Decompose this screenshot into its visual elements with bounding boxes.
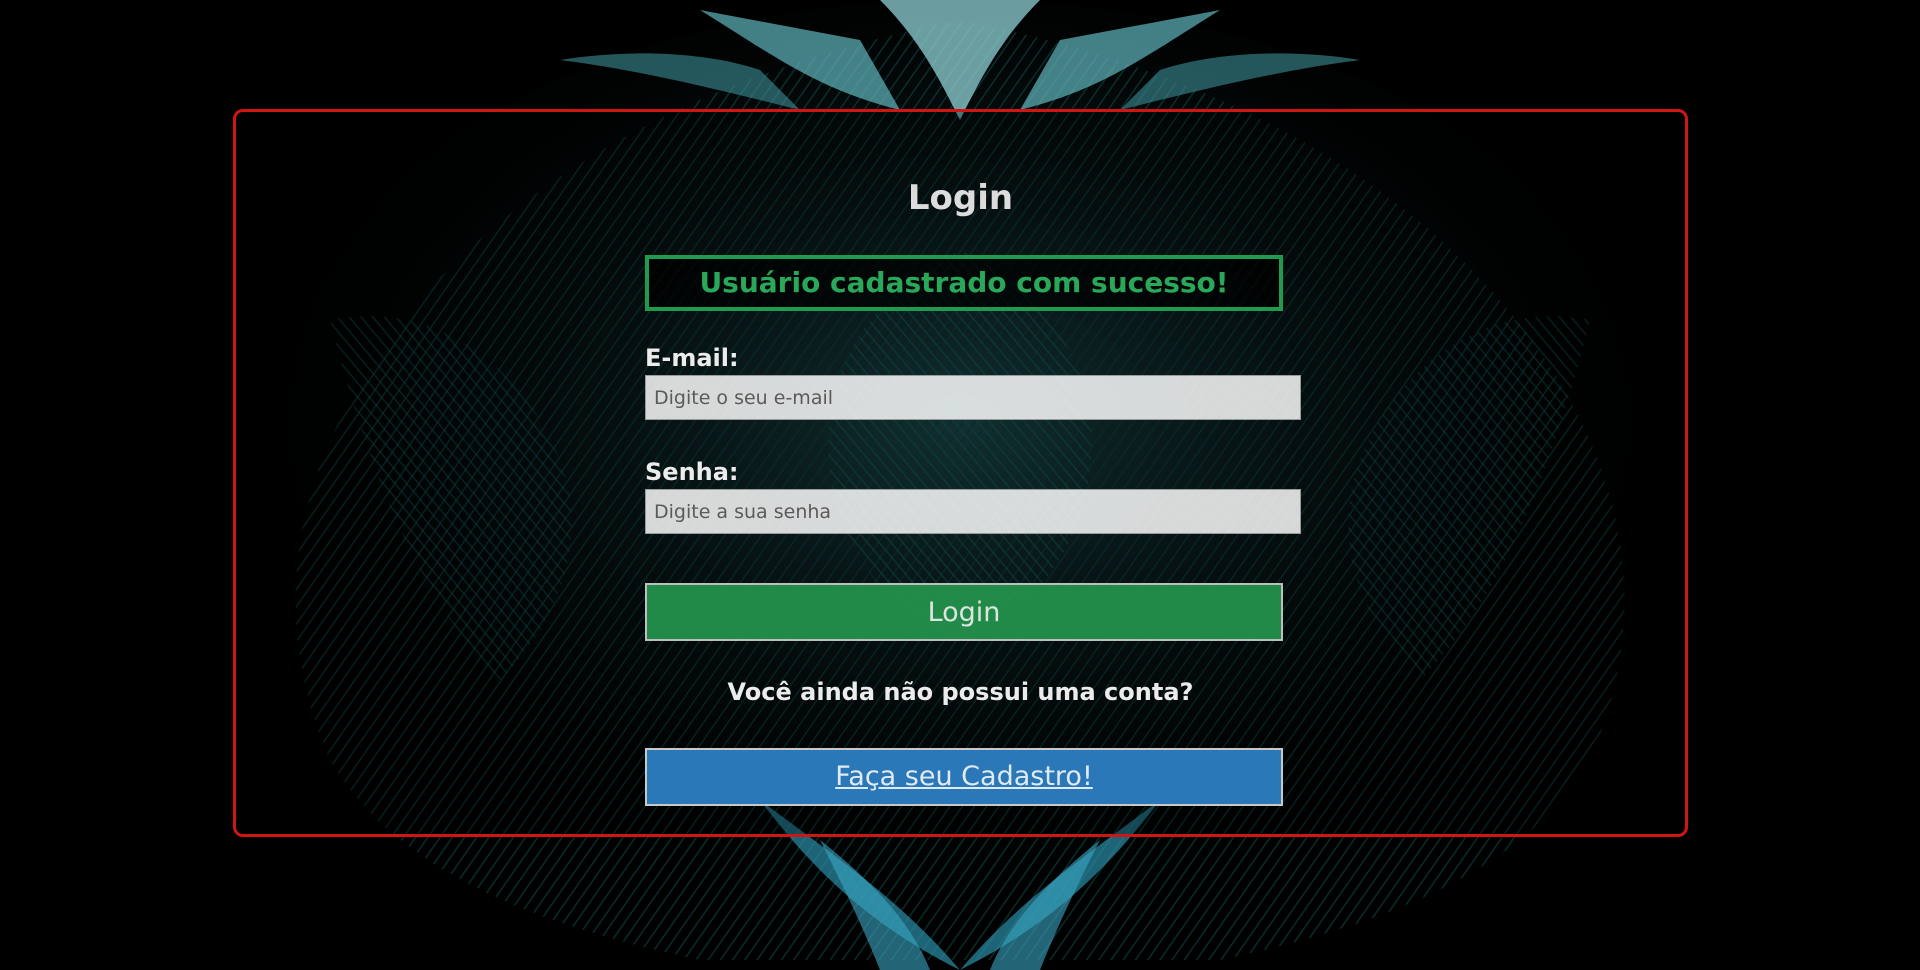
email-field[interactable] [645, 375, 1301, 420]
register-link[interactable]: Faça seu Cadastro! [645, 748, 1283, 806]
email-label: E-mail: [645, 344, 739, 372]
login-panel: Login Usuário cadastrado com sucesso! E-… [233, 109, 1688, 837]
password-label: Senha: [645, 458, 739, 486]
password-field[interactable] [645, 489, 1301, 534]
page-title: Login [907, 178, 1014, 218]
no-account-text: Você ainda não possui uma conta? [727, 678, 1194, 706]
login-button[interactable]: Login [645, 583, 1283, 641]
success-alert: Usuário cadastrado com sucesso! [645, 255, 1283, 311]
